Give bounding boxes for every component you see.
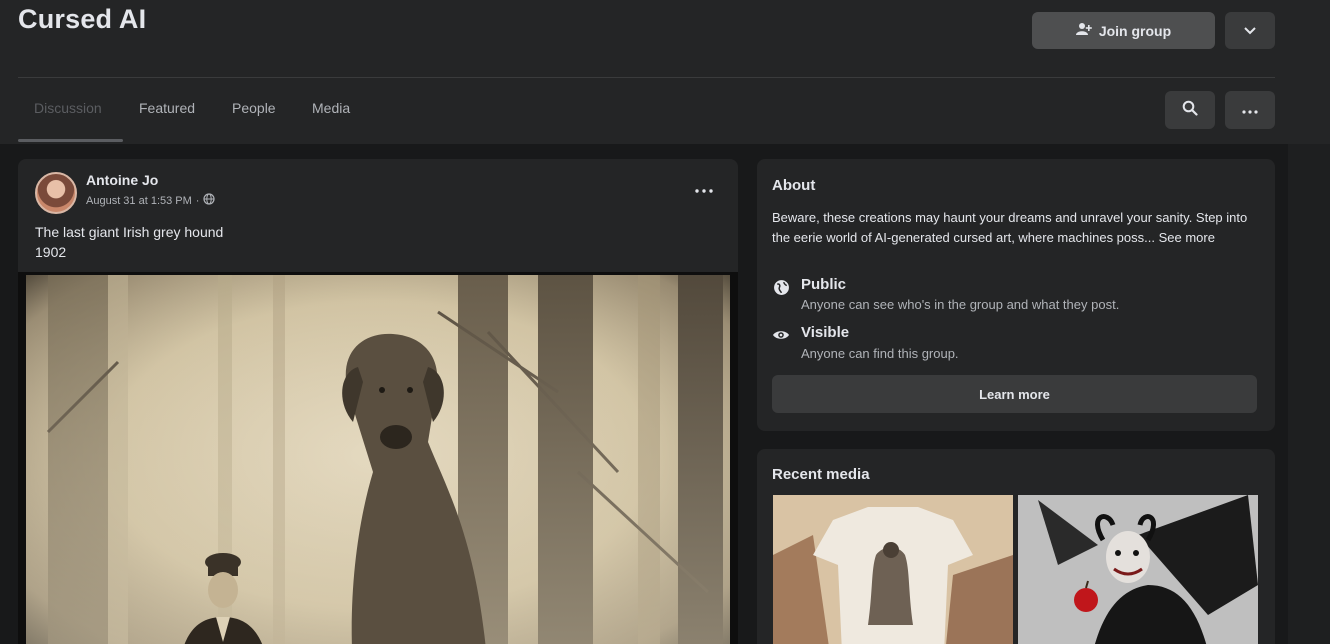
join-group-label: Join group	[1098, 22, 1172, 39]
learn-more-button[interactable]: Learn more	[772, 375, 1257, 413]
media-thumbnail[interactable]	[1018, 495, 1258, 644]
group-menu-button[interactable]	[1225, 12, 1275, 49]
group-title: Cursed AI	[18, 4, 147, 34]
globe-icon	[203, 193, 216, 208]
search-icon	[1182, 100, 1198, 121]
post-text-line: 1902	[35, 244, 67, 260]
author-avatar[interactable]	[35, 172, 77, 214]
about-title: About	[772, 177, 816, 194]
header-divider	[18, 77, 1275, 78]
about-card: About Beware, these creations may haunt …	[757, 159, 1275, 431]
more-options-button[interactable]	[1225, 91, 1275, 129]
post-text-line: The last giant Irish grey hound	[35, 224, 224, 240]
tab-people[interactable]: People	[232, 100, 276, 116]
tab-featured[interactable]: Featured	[139, 100, 195, 116]
recent-media-card: Recent media	[757, 449, 1275, 644]
public-description: Anyone can see who's in the group and wh…	[801, 297, 1120, 312]
more-icon	[695, 180, 713, 198]
visible-title: Visible	[801, 324, 850, 341]
globe-icon	[771, 277, 791, 297]
post-options-button[interactable]	[690, 179, 718, 199]
post-meta: August 31 at 1:53 PM ·	[86, 193, 216, 208]
search-button[interactable]	[1165, 91, 1215, 129]
recent-media-title: Recent media	[772, 466, 870, 483]
more-icon	[1242, 101, 1258, 119]
chevron-down-icon	[1244, 22, 1256, 40]
page-edge	[1288, 144, 1330, 644]
see-more-link[interactable]: See more	[1159, 230, 1215, 245]
post-timestamp[interactable]: August 31 at 1:53 PM	[86, 195, 192, 207]
post-image[interactable]	[18, 272, 738, 644]
tab-discussion[interactable]: Discussion	[34, 100, 102, 116]
eye-icon	[771, 325, 791, 345]
join-group-button[interactable]: Join group	[1032, 12, 1215, 49]
active-tab-indicator	[18, 139, 123, 142]
about-description: Beware, these creations may haunt your d…	[772, 208, 1252, 248]
post-card: Antoine Jo August 31 at 1:53 PM · The la…	[18, 159, 738, 644]
join-group-icon	[1075, 22, 1092, 39]
post-author[interactable]: Antoine Jo	[86, 172, 158, 188]
public-title: Public	[801, 276, 847, 293]
media-thumbnail[interactable]	[773, 495, 1013, 644]
tab-media[interactable]: Media	[312, 100, 350, 116]
post-text: The last giant Irish grey hound 1902	[35, 222, 223, 262]
visible-description: Anyone can find this group.	[801, 346, 959, 361]
